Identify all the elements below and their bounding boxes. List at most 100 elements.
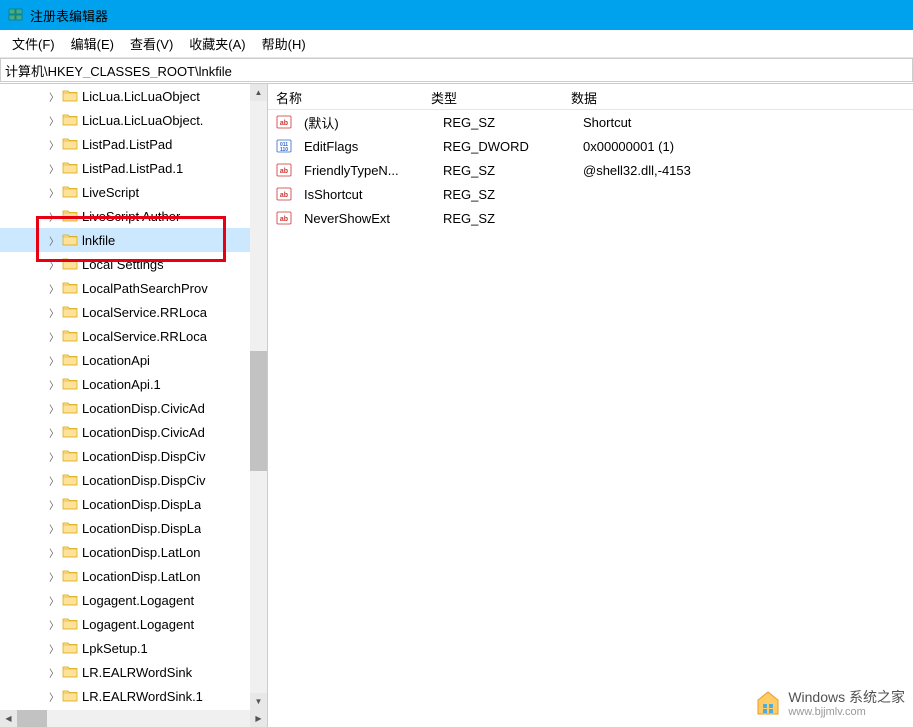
expand-icon[interactable]: 〉: [48, 258, 60, 270]
scroll-right-arrow-icon[interactable]: ▶: [250, 710, 267, 727]
value-name: EditFlags: [296, 139, 435, 154]
expand-icon[interactable]: 〉: [48, 450, 60, 462]
value-data: 0x00000001 (1): [575, 139, 913, 154]
expand-icon[interactable]: 〉: [48, 522, 60, 534]
menu-favorites[interactable]: 收藏夹(A): [181, 30, 253, 57]
expand-icon[interactable]: 〉: [48, 690, 60, 702]
expand-icon[interactable]: 〉: [48, 642, 60, 654]
tree-item[interactable]: 〉 ListPad.ListPad: [0, 132, 267, 156]
scroll-thumb[interactable]: [250, 351, 267, 471]
scroll-left-arrow-icon[interactable]: ◀: [0, 710, 17, 727]
expand-icon[interactable]: 〉: [48, 330, 60, 342]
expand-icon[interactable]: 〉: [48, 282, 60, 294]
tree-item[interactable]: 〉LocalService.RRLoca: [0, 300, 267, 324]
expand-icon[interactable]: 〉: [48, 186, 60, 198]
tree-item[interactable]: 〉LocationDisp.DispLa: [0, 516, 267, 540]
expand-icon[interactable]: 〉: [48, 306, 60, 318]
tree-item-label: LocationDisp.CivicAd: [82, 425, 205, 440]
expand-icon[interactable]: 〉: [48, 474, 60, 486]
binary-value-icon: [276, 138, 292, 154]
tree-item[interactable]: 〉LocalPathSearchProv: [0, 276, 267, 300]
expand-icon[interactable]: 〉: [48, 114, 60, 126]
expand-icon[interactable]: 〉: [48, 498, 60, 510]
value-name: IsShortcut: [296, 187, 435, 202]
column-header-name[interactable]: 名称: [268, 84, 423, 109]
column-header-type[interactable]: 类型: [423, 84, 563, 109]
tree-item[interactable]: 〉LocationApi.1: [0, 372, 267, 396]
expand-icon[interactable]: 〉: [48, 594, 60, 606]
tree-item[interactable]: 〉ListPad.ListPad.1: [0, 156, 267, 180]
expand-icon[interactable]: 〉: [48, 618, 60, 630]
tree-item-label: LocationDisp.CivicAd: [82, 401, 205, 416]
menu-view[interactable]: 查看(V): [122, 30, 181, 57]
expand-icon[interactable]: 〉: [48, 570, 60, 582]
folder-icon: [62, 496, 78, 512]
expand-icon[interactable]: 〉: [48, 426, 60, 438]
scroll-up-arrow-icon[interactable]: ▲: [250, 84, 267, 101]
list-row[interactable]: IsShortcutREG_SZ: [268, 182, 913, 206]
tree-item[interactable]: 〉 LocationDisp.CivicAd: [0, 420, 267, 444]
tree-item-label: LocationDisp.LatLon: [82, 545, 201, 560]
tree-item[interactable]: 〉 LicLua.LicLuaObject: [0, 84, 267, 108]
tree-item-label: ListPad.ListPad: [82, 137, 172, 152]
tree-item[interactable]: 〉Local Settings: [0, 252, 267, 276]
expand-icon[interactable]: 〉: [48, 234, 60, 246]
list-header: 名称 类型 数据: [268, 84, 913, 110]
tree-item[interactable]: 〉LocationDisp.DispLa: [0, 492, 267, 516]
tree-item[interactable]: 〉 LicLua.LicLuaObject.: [0, 108, 267, 132]
expand-icon[interactable]: 〉: [48, 546, 60, 558]
expand-icon[interactable]: 〉: [48, 354, 60, 366]
tree-item-label: LocationDisp.LatLon: [82, 569, 201, 584]
tree-horizontal-scrollbar[interactable]: ◀ ▶: [0, 710, 267, 727]
tree-item[interactable]: 〉LocationApi: [0, 348, 267, 372]
tree-item[interactable]: 〉LocalService.RRLoca: [0, 324, 267, 348]
menu-help[interactable]: 帮助(H): [254, 30, 314, 57]
folder-icon: [62, 664, 78, 680]
folder-icon: [62, 520, 78, 536]
tree-item[interactable]: 〉lnkfile: [0, 228, 267, 252]
tree-item-label: LocationDisp.DispCiv: [82, 473, 206, 488]
expand-icon[interactable]: 〉: [48, 138, 60, 150]
tree-item-label: Logagent.Logagent: [82, 593, 194, 608]
folder-icon: [62, 544, 78, 560]
expand-icon[interactable]: 〉: [48, 210, 60, 222]
list-row[interactable]: NeverShowExtREG_SZ: [268, 206, 913, 230]
tree-item[interactable]: 〉 Logagent.Logagent: [0, 588, 267, 612]
list-row[interactable]: FriendlyTypeN...REG_SZ@shell32.dll,-4153: [268, 158, 913, 182]
tree-item[interactable]: 〉Logagent.Logagent: [0, 612, 267, 636]
tree-item-label: LicLua.LicLuaObject: [82, 89, 200, 104]
column-header-data[interactable]: 数据: [563, 84, 913, 109]
address-input[interactable]: [5, 63, 908, 78]
tree-item-label: LiveScript: [82, 185, 139, 200]
list-row[interactable]: EditFlagsREG_DWORD0x00000001 (1): [268, 134, 913, 158]
list-row[interactable]: (默认)REG_SZShortcut: [268, 110, 913, 134]
folder-icon: [62, 352, 78, 368]
scroll-thumb[interactable]: [17, 710, 47, 727]
tree-item-label: LpkSetup.1: [82, 641, 148, 656]
tree-item[interactable]: 〉 LocationDisp.CivicAd: [0, 396, 267, 420]
tree-item[interactable]: 〉LR.EALRWordSink.1: [0, 684, 267, 708]
tree-item[interactable]: 〉LocationDisp.DispCiv: [0, 444, 267, 468]
tree-item[interactable]: 〉 LocationDisp.DispCiv: [0, 468, 267, 492]
value-type: REG_SZ: [435, 163, 575, 178]
tree-item[interactable]: 〉 LiveScript: [0, 180, 267, 204]
scroll-down-arrow-icon[interactable]: ▼: [250, 693, 267, 710]
tree-item[interactable]: 〉 LocationDisp.LatLon: [0, 540, 267, 564]
string-value-icon: [276, 210, 292, 226]
expand-icon[interactable]: 〉: [48, 666, 60, 678]
tree-item[interactable]: 〉LR.EALRWordSink: [0, 660, 267, 684]
expand-icon[interactable]: 〉: [48, 162, 60, 174]
menu-file[interactable]: 文件(F): [4, 30, 63, 57]
menu-edit[interactable]: 编辑(E): [63, 30, 122, 57]
tree-item[interactable]: 〉 LiveScript Author: [0, 204, 267, 228]
menubar: 文件(F) 编辑(E) 查看(V) 收藏夹(A) 帮助(H): [0, 30, 913, 58]
window-title: 注册表编辑器: [30, 6, 108, 25]
tree-item-label: LiveScript Author: [82, 209, 180, 224]
tree-item[interactable]: 〉 LpkSetup.1: [0, 636, 267, 660]
expand-icon[interactable]: 〉: [48, 402, 60, 414]
expand-icon[interactable]: 〉: [48, 378, 60, 390]
expand-icon[interactable]: 〉: [48, 90, 60, 102]
tree-item[interactable]: 〉 LocationDisp.LatLon: [0, 564, 267, 588]
tree-vertical-scrollbar[interactable]: ▲ ▼: [250, 84, 267, 710]
tree-item-label: LicLua.LicLuaObject.: [82, 113, 203, 128]
